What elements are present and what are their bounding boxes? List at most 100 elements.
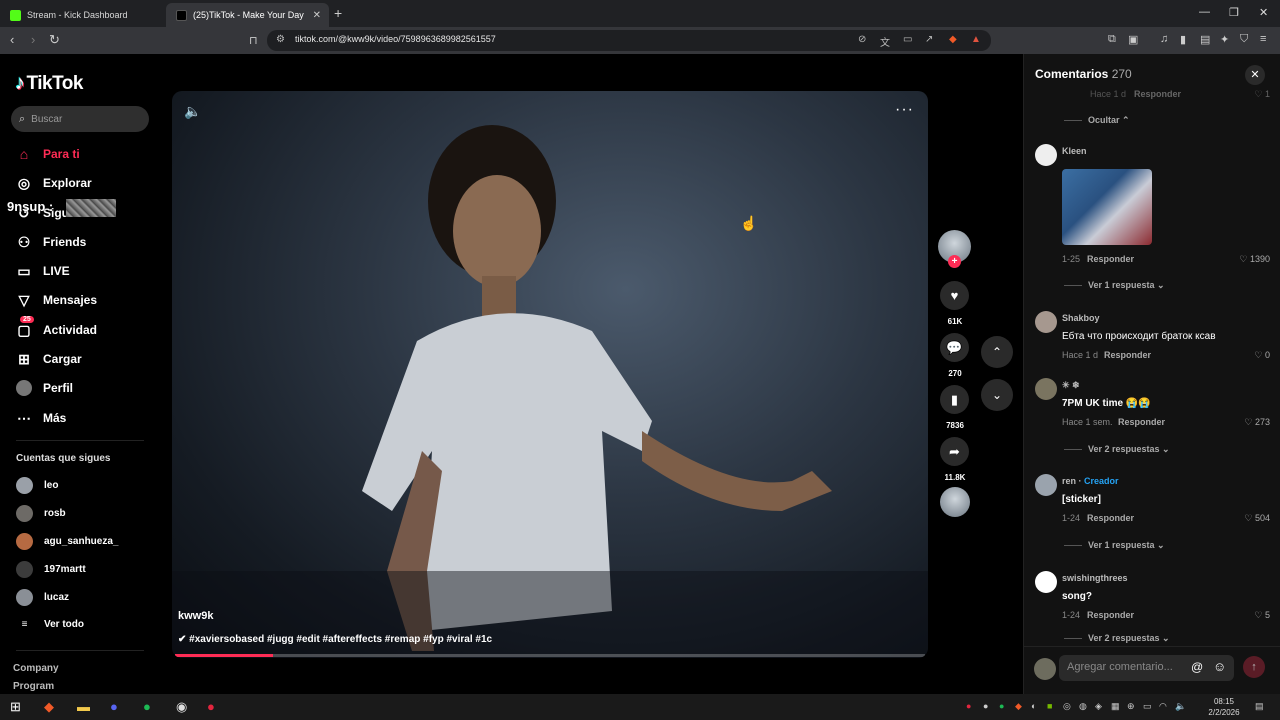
previous-video-button[interactable]: ⌃ [981,336,1013,368]
follow-plus-icon[interactable]: + [948,255,961,268]
sound-avatar[interactable] [940,487,970,517]
vpn-icon[interactable]: ⛉ [1240,33,1248,46]
send-comment-button[interactable]: ↑ [1243,656,1265,678]
new-tab-icon[interactable]: + [334,5,342,21]
followed-account[interactable]: agu_sanhueza_ [16,533,118,550]
sidebar-item-para-ti[interactable]: ⌂ Para ti [16,144,80,164]
mention-icon[interactable]: @ [1191,660,1203,674]
share-icon[interactable]: ↗ [925,34,933,45]
like-count[interactable]: ♡ 1 [1254,89,1270,100]
followed-account[interactable]: leo [16,477,58,494]
back-icon[interactable]: ‹ [10,32,14,47]
video-caption[interactable]: ✔ #xaviersobased #jugg #edit #aftereffec… [178,634,492,645]
leo-ai-icon[interactable]: ✦ [1220,33,1229,46]
avatar[interactable] [1035,474,1057,496]
like-count[interactable]: ♡ 0 [1254,350,1270,361]
tab-kick-dashboard[interactable]: Stream - Kick Dashboard [0,3,165,27]
emoji-icon[interactable]: ☺ [1213,659,1226,674]
close-comments-button[interactable]: ✕ [1245,65,1265,85]
tray-discord-icon[interactable]: ◐ [1031,701,1036,711]
wifi-icon[interactable]: ◠ [1159,701,1167,712]
video-player[interactable]: 🔈 ··· ☝ kww9k ✔ #xaviersobased #jugg #ed… [172,91,928,658]
notifications-icon[interactable]: ▤ [1255,701,1264,712]
file-explorer-icon[interactable]: ▬ [77,699,90,714]
reply-button[interactable]: Responder [1087,610,1134,620]
brave-rewards-icon[interactable]: ▲ [971,34,981,45]
video-author[interactable]: kww9k [178,610,213,622]
restore-icon[interactable]: ❐ [1229,6,1239,19]
comment-username[interactable]: ✳ ❄ [1062,380,1080,391]
tray-nvidia-icon[interactable]: ■ [1047,701,1052,711]
hide-replies-button[interactable]: Ocultar ⌃ [1064,115,1130,126]
tray-steam-icon[interactable]: ◍ [1079,701,1087,712]
tray-app-icon[interactable]: ● [966,701,971,711]
view-replies-button[interactable]: Ver 1 respuesta ⌄ [1064,280,1165,291]
comment-username[interactable]: ren · Creador [1062,476,1119,486]
footer-company-link[interactable]: Company [13,663,59,674]
spotify-icon[interactable]: ● [143,699,151,714]
app-icon[interactable]: ● [207,699,215,714]
brave-shield-icon[interactable]: ◆ [949,34,957,45]
video-progress-bar[interactable] [175,654,925,657]
volume-tray-icon[interactable]: 🔈 [1175,701,1186,712]
like-count[interactable]: ♡ 273 [1244,417,1270,428]
reply-button[interactable]: Responder [1134,89,1181,99]
view-replies-button[interactable]: Ver 2 respuestas ⌄ [1064,633,1170,644]
comment-button[interactable]: 💬 [940,333,969,362]
reply-button[interactable]: Responder [1087,513,1134,523]
menu-icon[interactable]: ≡ [1260,33,1266,45]
reply-button[interactable]: Responder [1118,417,1165,427]
tray-app-icon[interactable]: ◎ [1063,701,1071,712]
like-count[interactable]: ♡ 1390 [1239,254,1270,265]
reload-icon[interactable]: ↻ [49,32,60,48]
volume-icon[interactable]: 🔈 [184,103,201,120]
search-box[interactable]: ⌕ [11,106,149,132]
sidebar-item-mensajes[interactable]: ▽ Mensajes [16,290,97,310]
footer-program-link[interactable]: Program [13,681,54,692]
screenshot-icon[interactable]: ▣ [1128,33,1138,46]
followed-account[interactable]: 197martt [16,561,86,578]
windows-start-icon[interactable]: ⊞ [10,699,21,715]
more-options-icon[interactable]: ··· [895,101,914,119]
see-all-link[interactable]: ≡ Ver todo [16,619,84,630]
tray-app-icon[interactable]: ▦ [1111,701,1120,712]
sidebar-toggle-icon[interactable]: ▮ [1180,33,1186,46]
close-tab-icon[interactable]: ✕ [313,10,321,21]
followed-account[interactable]: rosb [16,505,66,522]
network-icon[interactable]: ▭ [1143,701,1152,712]
next-video-button[interactable]: ⌄ [981,379,1013,411]
view-replies-button[interactable]: Ver 2 respuestas ⌄ [1064,444,1170,455]
save-button[interactable]: ▮ [940,385,969,414]
system-clock[interactable]: 08:15 2/2/2026 [1201,696,1247,718]
comment-input[interactable] [1067,661,1187,673]
comment-username[interactable]: Kleen [1062,146,1087,156]
sidebar-item-live[interactable]: ▭ LIVE [16,261,69,281]
like-count[interactable]: ♡ 5 [1254,610,1270,621]
sidebar-item-perfil[interactable]: Perfil [16,378,73,398]
avatar[interactable] [1035,311,1057,333]
minimize-icon[interactable]: — [1199,6,1210,18]
obs-icon[interactable]: ◉ [176,699,187,715]
view-replies-button[interactable]: Ver 1 respuesta ⌄ [1064,540,1165,551]
tiktok-logo[interactable]: ♪ TikTok [15,72,83,95]
share-button[interactable]: ➦ [940,437,969,466]
reply-button[interactable]: Responder [1104,350,1151,360]
sidebar-item-cargar[interactable]: ⊞ Cargar [16,349,82,369]
comment-input-box[interactable]: @ ☺ [1059,655,1234,681]
sidebar-item-explorar[interactable]: ◎ Explorar [16,173,92,193]
tray-spotify-icon[interactable]: ● [999,701,1004,711]
bookmark-icon[interactable]: ⊓ [249,34,258,47]
comment-image[interactable] [1062,169,1152,245]
close-window-icon[interactable]: ✕ [1259,6,1268,19]
reader-icon[interactable]: ⊘ [858,34,866,45]
translate-icon[interactable]: 文 [880,34,890,49]
avatar[interactable] [1035,144,1057,166]
followed-account[interactable]: lucaz [16,589,69,606]
discord-icon[interactable]: ● [110,699,118,714]
brave-taskbar-icon[interactable]: ◆ [44,699,54,715]
like-count[interactable]: ♡ 504 [1244,513,1270,524]
wallet-icon[interactable]: ▤ [1200,33,1210,46]
avatar[interactable] [1035,378,1057,400]
sidebar-item-actividad[interactable]: ▢ 25 Actividad [16,315,97,340]
tray-app-icon[interactable]: ◈ [1095,701,1102,712]
